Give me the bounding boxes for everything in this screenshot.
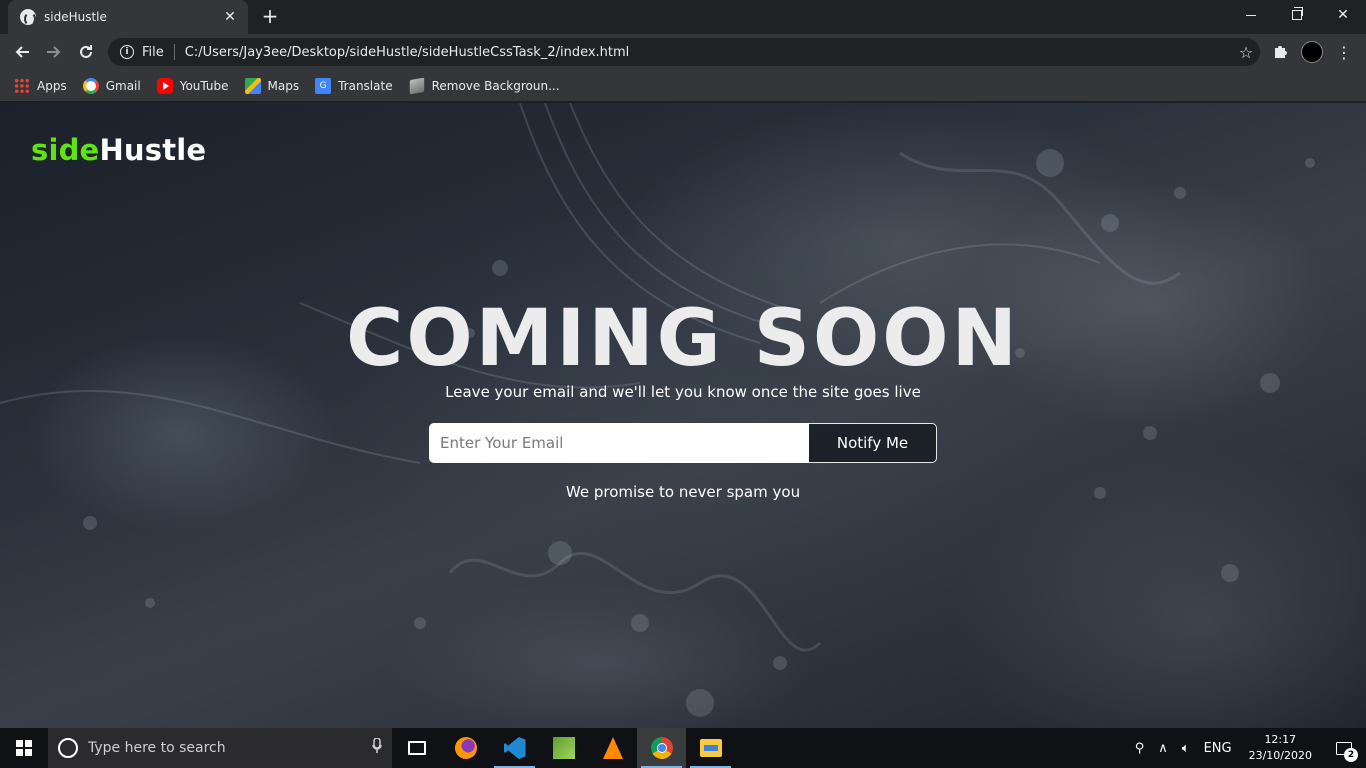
- forward-button[interactable]: [40, 38, 68, 66]
- divider: [173, 44, 175, 60]
- maps-icon: [244, 77, 261, 94]
- task-view-icon: [407, 741, 426, 755]
- logo-part-hustle: Hustle: [99, 133, 207, 167]
- people-icon[interactable]: ⚲: [1128, 741, 1152, 756]
- qgis-taskbar-button[interactable]: [539, 728, 588, 768]
- email-input[interactable]: [429, 423, 809, 463]
- info-icon[interactable]: i: [120, 45, 134, 59]
- reload-icon: [80, 45, 92, 58]
- arrow-right-icon: [47, 46, 61, 58]
- new-tab-button[interactable]: +: [258, 5, 282, 29]
- puzzle-icon: [1275, 46, 1287, 58]
- no-spam-note: We promise to never spam you: [565, 483, 801, 501]
- task-view-button[interactable]: [392, 728, 441, 768]
- bookmark-remove-background[interactable]: Remove Backgroun...: [409, 77, 560, 94]
- qgis-icon: [552, 737, 575, 759]
- speaker-icon[interactable]: 🔈︎: [1175, 741, 1197, 756]
- language-indicator[interactable]: ENG: [1197, 741, 1239, 756]
- google-icon: [82, 77, 99, 94]
- notify-me-button[interactable]: Notify Me: [809, 423, 937, 463]
- bookmark-label: Maps: [267, 78, 300, 93]
- bookmark-translate[interactable]: G Translate: [315, 77, 393, 94]
- bookmark-label: YouTube: [179, 78, 229, 93]
- site-logo[interactable]: sideHustle: [31, 133, 206, 167]
- avatar: [1301, 41, 1323, 63]
- address-bar[interactable]: i File C:/Users/Jay3ee/Desktop/sideHustl…: [108, 38, 1260, 66]
- reload-button[interactable]: [72, 38, 100, 66]
- browser-tab[interactable]: sideHustle ✕: [8, 0, 248, 34]
- vlc-taskbar-button[interactable]: [588, 728, 637, 768]
- minimize-icon: [1246, 14, 1256, 16]
- profile-button[interactable]: [1298, 38, 1326, 66]
- clock-date: 23/10/2020: [1248, 749, 1312, 762]
- bookmark-label: Apps: [37, 78, 67, 93]
- windows-taskbar: Type here to search ⚲ ∧ 🔈︎ ENG 12:17 23/…: [0, 728, 1366, 768]
- page-viewport: sideHustle COMING SOON Leave your email …: [0, 103, 1366, 728]
- water-splash-background: [0, 103, 1315, 717]
- arrow-left-icon: [15, 46, 29, 58]
- bookmark-label: Translate: [338, 78, 393, 93]
- apps-grid-icon: [14, 77, 30, 94]
- url-text[interactable]: C:/Users/Jay3ee/Desktop/sideHustle/sideH…: [185, 45, 1232, 60]
- firefox-icon: [454, 737, 477, 759]
- youtube-icon: [156, 77, 173, 94]
- globe-icon: [20, 9, 36, 26]
- folder-icon: [699, 739, 722, 757]
- hero-title: COMING SOON: [346, 294, 1020, 384]
- layers-icon: [409, 77, 424, 94]
- minimize-button[interactable]: [1228, 0, 1274, 30]
- bookmark-apps[interactable]: Apps: [14, 77, 67, 94]
- clock[interactable]: 12:17 23/10/2020: [1239, 732, 1322, 764]
- close-tab-icon[interactable]: ✕: [222, 9, 238, 25]
- start-button[interactable]: [0, 728, 48, 768]
- notify-form: Notify Me: [429, 423, 937, 463]
- system-tray: ⚲ ∧ 🔈︎ ENG 12:17 23/10/2020 2: [1128, 728, 1366, 768]
- bookmark-label: Remove Backgroun...: [431, 78, 560, 93]
- file-explorer-taskbar-button[interactable]: [686, 728, 735, 768]
- translate-icon: G: [315, 77, 332, 94]
- search-placeholder: Type here to search: [88, 740, 226, 756]
- restore-button[interactable]: [1274, 0, 1320, 30]
- chevron-up-icon[interactable]: ∧: [1151, 741, 1175, 756]
- tab-strip: sideHustle ✕ + ✕: [0, 0, 1366, 34]
- tab-title: sideHustle: [44, 10, 107, 24]
- clock-time: 12:17: [1264, 733, 1297, 746]
- menu-button[interactable]: ⋮: [1330, 38, 1358, 66]
- url-scheme-chip: File: [142, 44, 164, 60]
- taskbar-search[interactable]: Type here to search: [48, 728, 392, 768]
- bookmark-youtube[interactable]: YouTube: [156, 77, 229, 94]
- windows-logo-icon: [16, 740, 32, 756]
- bookmark-maps[interactable]: Maps: [244, 77, 300, 94]
- bookmarks-bar: Apps Gmail YouTube Maps G Translate Remov…: [0, 70, 1366, 102]
- star-icon[interactable]: ☆: [1232, 43, 1260, 62]
- chrome-taskbar-button[interactable]: [637, 728, 686, 768]
- kebab-menu-icon: ⋮: [1336, 42, 1352, 62]
- notification-count-badge: 2: [1344, 748, 1358, 762]
- firefox-taskbar-button[interactable]: [441, 728, 490, 768]
- microphone-icon[interactable]: [362, 737, 392, 758]
- cortana-icon: [58, 738, 78, 758]
- restore-icon: [1292, 7, 1303, 20]
- vscode-icon: [503, 737, 526, 759]
- vlc-icon: [602, 737, 623, 759]
- bookmark-gmail[interactable]: Gmail: [82, 77, 141, 94]
- close-window-button[interactable]: ✕: [1320, 0, 1366, 30]
- chrome-icon: [650, 737, 673, 759]
- action-center-button[interactable]: 2: [1322, 728, 1366, 768]
- bookmark-label: Gmail: [105, 78, 141, 93]
- vscode-taskbar-button[interactable]: [490, 728, 539, 768]
- hero-subtitle: Leave your email and we'll let you know …: [445, 383, 921, 401]
- back-button[interactable]: [8, 38, 36, 66]
- logo-part-side: side: [31, 133, 100, 167]
- browser-toolbar: i File C:/Users/Jay3ee/Desktop/sideHustl…: [0, 34, 1366, 70]
- extensions-button[interactable]: [1266, 38, 1294, 66]
